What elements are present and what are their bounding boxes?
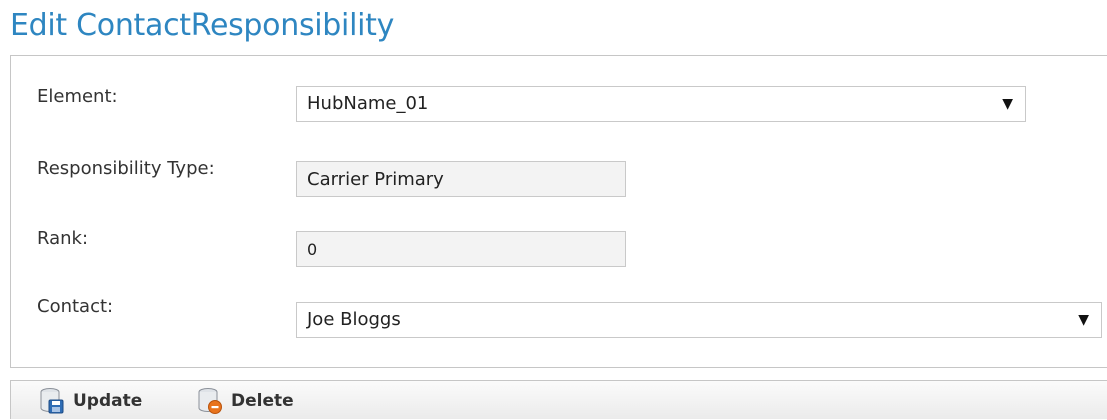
contact-select[interactable]: Joe Bloggs ▼ xyxy=(296,302,1102,338)
element-label: Element: xyxy=(37,86,118,107)
database-delete-icon xyxy=(197,387,223,415)
update-button-label: Update xyxy=(73,390,143,411)
delete-button[interactable]: Delete xyxy=(197,381,294,420)
chevron-down-icon[interactable]: ▼ xyxy=(1078,303,1089,337)
database-save-icon xyxy=(39,387,65,415)
rank-input[interactable] xyxy=(296,231,626,267)
action-toolbar: Update Delete xyxy=(10,380,1107,419)
element-select[interactable]: HubName_01 ▼ xyxy=(296,86,1026,122)
element-select-value: HubName_01 xyxy=(307,93,429,114)
delete-button-label: Delete xyxy=(231,390,294,411)
edit-form-panel: Element: HubName_01 ▼ Responsibility Typ… xyxy=(10,55,1107,368)
contact-select-value: Joe Bloggs xyxy=(307,309,401,330)
responsibility-type-input[interactable] xyxy=(296,161,626,197)
chevron-down-icon[interactable]: ▼ xyxy=(1002,87,1013,121)
page-title: Edit ContactResponsibility xyxy=(10,8,395,43)
rank-label: Rank: xyxy=(37,228,89,249)
update-button[interactable]: Update xyxy=(39,381,142,420)
responsibility-type-label: Responsibility Type: xyxy=(37,158,215,179)
contact-label: Contact: xyxy=(37,296,114,317)
